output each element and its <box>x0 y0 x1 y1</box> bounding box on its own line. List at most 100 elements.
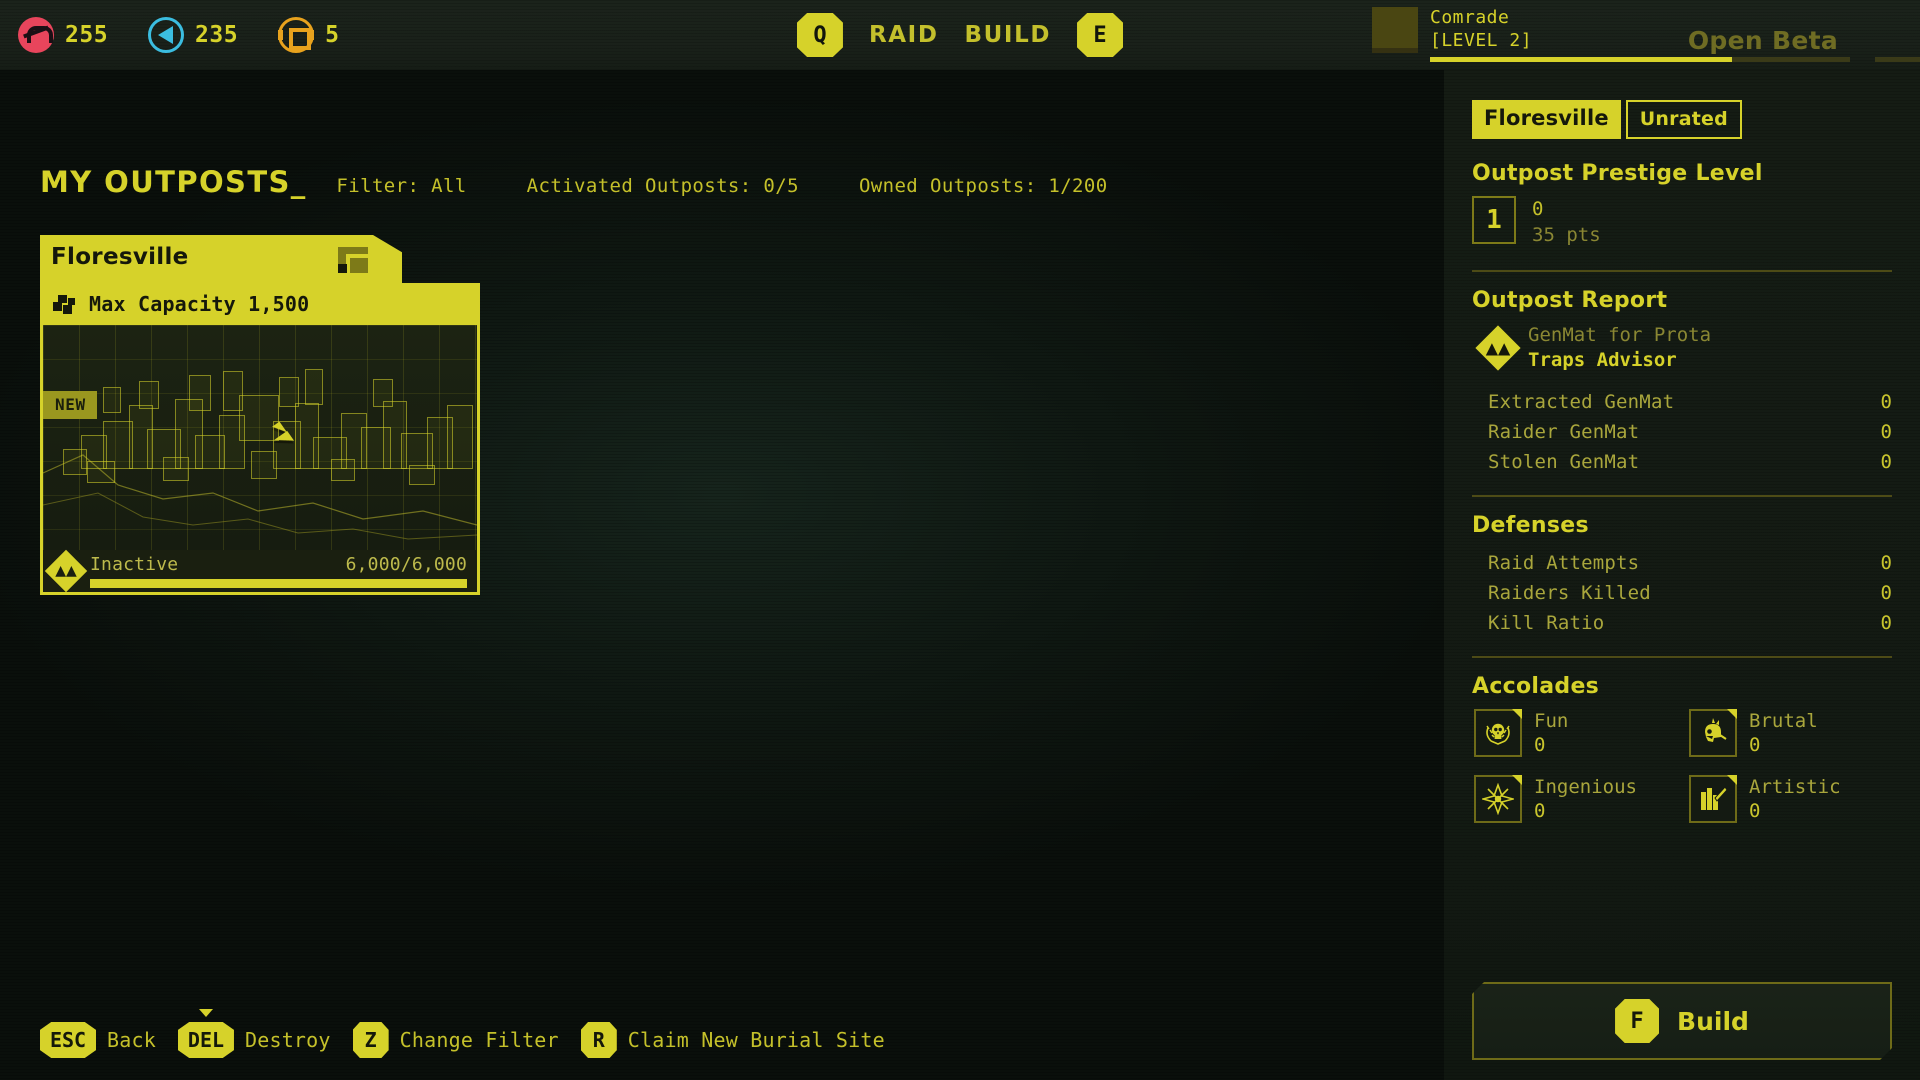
filter-all[interactable]: Filter: All <box>336 175 466 197</box>
outpost-status-text: Inactive <box>90 554 179 575</box>
avatar <box>1372 7 1418 53</box>
stat-raid-attempts: Raid Attempts 0 <box>1472 548 1892 578</box>
accolade-name: Ingenious <box>1534 776 1637 798</box>
accolade-artistic-text: Artistic 0 <box>1749 775 1841 823</box>
stat-label: Stolen GenMat <box>1488 451 1640 473</box>
hotkey-back[interactable]: ESC Back <box>40 1022 156 1058</box>
nav-raid[interactable]: RAID <box>869 22 939 48</box>
prestige-values: 0 35 pts <box>1532 196 1601 248</box>
player-profile[interactable]: Comrade [LEVEL 2] Open Beta <box>1372 0 1920 70</box>
stat-raiders-killed: Raiders Killed 0 <box>1472 578 1892 608</box>
building-wireframe <box>305 369 323 405</box>
hotkey-claim-burial-site[interactable]: R Claim New Burial Site <box>580 1022 885 1058</box>
stat-value: 0 <box>1880 582 1892 604</box>
stat-label: Raider GenMat <box>1488 421 1640 443</box>
divider <box>1472 656 1892 658</box>
build-hotkey[interactable]: E <box>1077 13 1124 57</box>
xp-bar <box>1430 57 1850 62</box>
accolades-grid: Fun 0 Brutal 0 Ingenious 0 Artistic 0 <box>1472 709 1892 823</box>
xp-bar-tail <box>1875 57 1920 62</box>
skull-laurel-icon <box>1474 709 1522 757</box>
outpost-progress-fill <box>90 579 467 588</box>
blocks-icon <box>52 293 76 315</box>
prestige-value: 0 <box>1532 198 1544 220</box>
outpost-status-col: Inactive 6,000/6,000 <box>90 554 477 588</box>
outposts-panel: MY OUTPOSTS_ Filter: All Activated Outpo… <box>0 70 1444 1080</box>
hotkey-destroy[interactable]: DEL Destroy <box>177 1009 331 1058</box>
stat-extracted-genmat: Extracted GenMat 0 <box>1472 387 1892 417</box>
prestige-block: 1 0 35 pts <box>1472 196 1892 248</box>
accolades-section-title: Accolades <box>1472 674 1600 699</box>
building-wireframe <box>223 371 243 411</box>
stat-value: 0 <box>1880 451 1892 473</box>
owned-outposts: Owned Outposts: 1/200 <box>858 175 1108 197</box>
atom-star-icon <box>1474 775 1522 823</box>
nav-build[interactable]: BUILD <box>965 22 1052 48</box>
stat-value: 0 <box>1880 612 1892 634</box>
building-wireframe <box>251 451 277 479</box>
activated-outposts: Activated Outposts: 0/5 <box>526 175 799 197</box>
building-wireframe <box>139 381 159 409</box>
accolade-fun: Fun 0 <box>1474 709 1677 757</box>
outpost-name-tag: Floresville <box>1472 100 1621 139</box>
hotkey-claim-key[interactable]: R <box>580 1022 617 1058</box>
accolade-ingenious-text: Ingenious 0 <box>1534 775 1637 823</box>
build-button[interactable]: F Build <box>1472 982 1892 1060</box>
divider <box>1472 270 1892 272</box>
stat-label: Raiders Killed <box>1488 582 1651 604</box>
accolade-value: 0 <box>1534 734 1546 756</box>
advisor-block: ▲▲ GenMat for Prota Traps Advisor <box>1472 323 1892 373</box>
accolade-value: 0 <box>1749 800 1761 822</box>
stat-label: Extracted GenMat <box>1488 391 1675 413</box>
stat-raider-genmat: Raider GenMat 0 <box>1472 417 1892 447</box>
mohawk-skull-svg <box>1705 718 1727 742</box>
outpost-layout-icon <box>338 247 368 273</box>
hotkey-change-filter-key[interactable]: Z <box>352 1022 389 1058</box>
hotkey-bar: ESC Back DEL Destroy Z Change Filter R C… <box>40 1009 885 1058</box>
atom-star-svg <box>1482 783 1514 815</box>
outpost-preview[interactable]: NEW ▲▲ Inactive 6,000/6,000 <box>40 325 480 595</box>
new-badge: NEW <box>43 391 97 419</box>
stat-stolen-genmat: Stolen GenMat 0 <box>1472 447 1892 477</box>
stat-value: 0 <box>1880 391 1892 413</box>
beta-label: Open Beta <box>1687 26 1838 55</box>
outpost-details-panel: Floresville Unrated Outpost Prestige Lev… <box>1444 70 1920 1080</box>
hotkey-change-filter-label: Change Filter <box>399 1028 559 1052</box>
outpost-card[interactable]: Floresville Max Capacity 1,500 NEW ▲▲ In… <box>40 235 480 595</box>
divider <box>1472 495 1892 497</box>
selection-caret-icon <box>198 1009 213 1017</box>
build-button-key[interactable]: F <box>1615 999 1659 1043</box>
building-wireframe <box>409 465 435 485</box>
building-wireframe <box>189 375 211 411</box>
advisor-genmat-icon: ▲▲ <box>1475 325 1521 371</box>
outpost-city-thumbnail <box>43 325 477 553</box>
raid-hotkey[interactable]: Q <box>796 13 843 57</box>
stat-value: 0 <box>1880 421 1892 443</box>
outpost-tag-row: Floresville Unrated <box>1472 100 1892 139</box>
player-level: [LEVEL 2] <box>1430 30 1533 51</box>
paint-palette-svg <box>1701 786 1728 810</box>
building-wireframe <box>373 379 393 407</box>
accolade-fun-text: Fun 0 <box>1534 709 1568 757</box>
outpost-capacity-text: Max Capacity 1,500 <box>89 292 310 316</box>
filter-bar: Filter: All Activated Outposts: 0/5 Owne… <box>0 175 1444 197</box>
hotkey-back-key[interactable]: ESC <box>40 1022 96 1058</box>
defenses-section-title: Defenses <box>1472 513 1589 538</box>
prestige-section-title: Outpost Prestige Level <box>1472 161 1763 186</box>
outpost-card-name: Floresville <box>51 244 189 270</box>
building-wireframe <box>331 459 355 481</box>
accolade-value: 0 <box>1534 800 1546 822</box>
genmat-icon: ▲▲ <box>44 549 88 592</box>
hotkey-destroy-key[interactable]: DEL <box>177 1022 234 1058</box>
building-wireframe <box>103 387 121 413</box>
accolade-name: Brutal <box>1749 710 1818 732</box>
building-wireframe <box>447 405 473 469</box>
player-name: Comrade <box>1430 7 1510 28</box>
mohawk-skull-icon <box>1689 709 1737 757</box>
profile-text: Comrade [LEVEL 2] Open Beta <box>1430 7 1920 62</box>
accolade-value: 0 <box>1749 734 1761 756</box>
accolade-name: Artistic <box>1749 776 1841 798</box>
hotkey-change-filter[interactable]: Z Change Filter <box>352 1022 559 1058</box>
paint-palette-icon <box>1689 775 1737 823</box>
outpost-status-bar: ▲▲ Inactive 6,000/6,000 <box>43 549 477 592</box>
